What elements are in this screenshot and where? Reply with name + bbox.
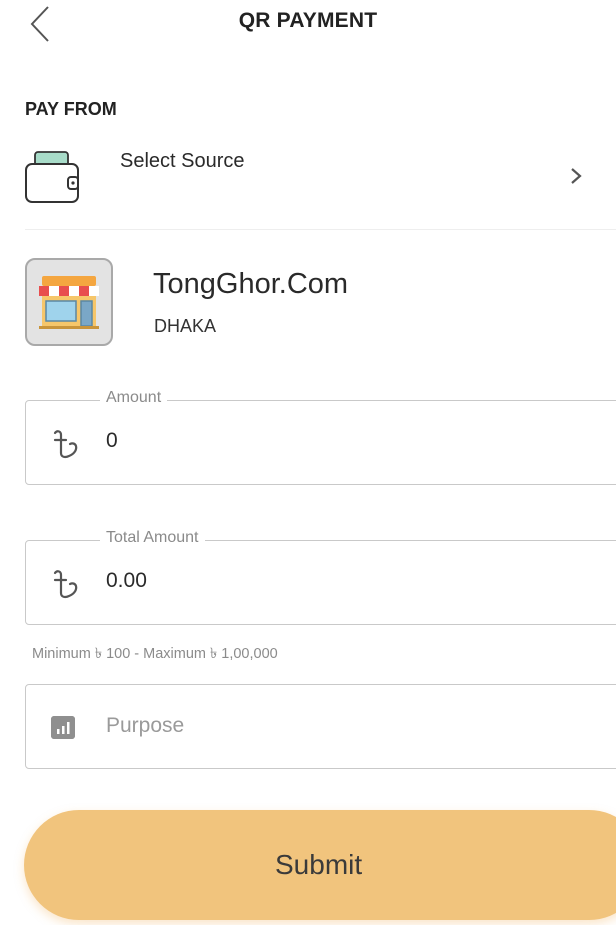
total-amount-field: Total Amount 0.00	[25, 529, 616, 625]
section-divider	[25, 229, 616, 230]
submit-button[interactable]: Submit	[24, 810, 616, 920]
total-amount-value: 0.00	[106, 569, 147, 592]
total-amount-field-label: Total Amount	[100, 529, 205, 547]
merchant-city: DHAKA	[154, 316, 217, 336]
merchant-logo	[25, 258, 113, 346]
chart-icon	[51, 716, 75, 739]
pay-from-label: PAY FROM	[25, 99, 117, 119]
purpose-field[interactable]	[25, 684, 616, 769]
amount-field[interactable]: Amount 0	[25, 389, 616, 485]
qr-payment-screen: QR PAYMENT PAY FROM Select Source TongGh…	[0, 0, 616, 925]
storefront-icon	[39, 276, 99, 329]
page-title: QR PAYMENT	[238, 9, 378, 32]
select-source-label: Select Source	[120, 150, 245, 172]
amount-value: 0	[106, 429, 118, 452]
chevron-right-icon	[571, 168, 582, 184]
purpose-input[interactable]	[106, 709, 586, 743]
amount-limits-hint: Minimum ৳ 100 - Maximum ৳ 1,00,000	[32, 646, 278, 662]
taka-icon	[53, 570, 78, 599]
select-source-row[interactable]: Select Source	[0, 140, 616, 220]
taka-icon	[53, 430, 78, 459]
amount-field-label: Amount	[100, 389, 168, 407]
wallet-icon	[25, 151, 79, 203]
merchant-name: TongGhor.Com	[153, 268, 349, 300]
